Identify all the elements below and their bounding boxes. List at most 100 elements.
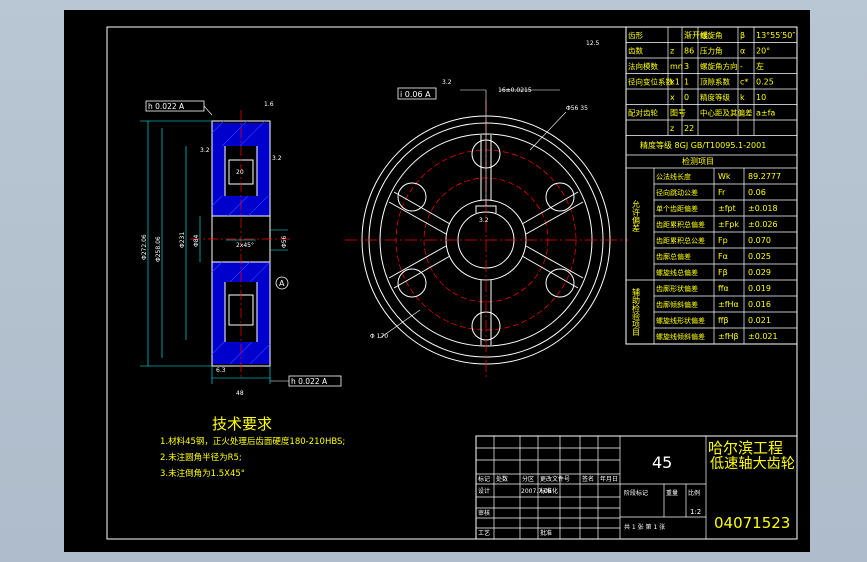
inspection-value: 0.06 — [748, 188, 766, 197]
inspection-name: 单个齿距偏差 — [656, 204, 698, 213]
param-cell: 图号 — [670, 109, 686, 118]
inspection-name: 螺旋线总偏差 — [656, 268, 698, 277]
param-cell: 1 — [684, 78, 689, 87]
param-cell: a±fa — [756, 109, 775, 118]
inspection-symbol: Fβ — [718, 268, 728, 277]
tb-scale-label: 比例 — [688, 489, 700, 497]
tb-approve: 批准 — [540, 529, 552, 537]
tb-material: 45 — [652, 453, 672, 472]
param-cell: 齿数 — [628, 46, 643, 56]
param-cell: k — [740, 93, 745, 102]
inspection-name: 齿距累积总偏差 — [656, 220, 705, 229]
inspection-symbol: ±Fpk — [718, 220, 739, 229]
roughness-left-3: 3.2 — [272, 155, 282, 162]
inspection-name: 齿廓总偏差 — [656, 252, 691, 261]
inspection-value: 89.2777 — [748, 172, 781, 181]
param-cell: 0 — [684, 93, 689, 102]
inspection-name: 齿廓倾斜偏差 — [656, 300, 698, 309]
param-cell: 配对齿轮 — [628, 108, 658, 118]
inspection-name: 径向跳动公差 — [656, 188, 698, 197]
param-cell: α — [740, 47, 745, 56]
param-cell: 22 — [684, 124, 694, 133]
inspection-name: 螺旋线倾斜偏差 — [656, 332, 705, 341]
roughness-left-2: 3.2 — [200, 147, 210, 154]
param-cell: 10 — [756, 93, 766, 102]
tb-label-3: 更改文件号 — [540, 475, 570, 483]
param-cell: β — [740, 31, 745, 40]
inspection-name: 螺旋线形状偏差 — [656, 316, 705, 325]
roughness-top: 12.5 — [586, 40, 600, 47]
inspection-value: 0.019 — [748, 284, 771, 293]
inspection-symbol: Fp — [718, 236, 728, 245]
key-tol: 16±0.0215 — [498, 87, 532, 94]
gdt-left-top: h 0.022 A — [148, 102, 185, 111]
param-cell: - — [740, 62, 743, 71]
dim-hub: Φ84 — [193, 234, 200, 247]
dim-width: 48 — [236, 390, 244, 397]
param-cell: 齿形 — [628, 31, 643, 40]
dim-bore: Φ56 — [281, 235, 288, 248]
param-cell: 左 — [756, 61, 764, 71]
inspection-symbol: ±fHβ — [718, 332, 739, 341]
inspection-symbol: ±fHα — [718, 300, 739, 309]
tb-design: 设计 — [478, 487, 490, 495]
inspection-name: 公法线长度 — [656, 172, 691, 181]
param-cell: 86 — [684, 47, 694, 56]
tb-stage: 阶段标记 — [624, 489, 648, 497]
param-cell: 20° — [756, 47, 770, 56]
param-cell: 精度等级 — [700, 92, 730, 102]
param-cell: z — [670, 124, 674, 133]
drawing-sheet: Φ272.06 Φ258.06 Φ231 Φ84 48 20 2x45° Φ56… — [64, 10, 810, 552]
tech-line-1: 1.材料45钢，正火处理后齿面硬度180-210HBS; — [160, 436, 345, 447]
allow-label: 允许偏差 — [632, 199, 641, 232]
bore-dia: Φ56 35 — [566, 105, 588, 112]
inspection-symbol: ±fpt — [718, 204, 736, 213]
inspection-value: ±0.018 — [748, 204, 778, 213]
tb-std: 标准化 — [540, 487, 558, 495]
param-cell: c* — [740, 78, 748, 87]
tb-drawing-no: 04071523 — [714, 514, 790, 532]
param-cell: 中心距及其偏差 — [700, 108, 753, 118]
inspection-value: 0.025 — [748, 252, 771, 261]
roughness-right: 3.2 — [442, 79, 452, 86]
dim-chamfer: 2x45° — [236, 242, 254, 249]
inspection-symbol: ffβ — [718, 316, 729, 325]
accuracy-std: 精度等级 8GJ GB/T10095.1-2001 — [640, 140, 766, 150]
inspection-value: 0.029 — [748, 268, 771, 277]
param-cell: 螺旋角 — [700, 30, 723, 40]
param-cell: 3 — [684, 62, 689, 71]
tb-label-5: 年月日 — [600, 475, 618, 483]
inspection-name: 齿廓形状偏差 — [656, 284, 698, 293]
tb-label-0: 标记 — [478, 475, 490, 483]
roughness-bore: 3.2 — [479, 217, 489, 224]
param-cell: 螺旋角方向 — [700, 61, 738, 71]
inspection-value: 0.021 — [748, 316, 771, 325]
tb-sheets: 共 1 张 第 1 张 — [624, 523, 665, 531]
inspection-value: ±0.026 — [748, 220, 778, 229]
param-cell: x — [670, 93, 675, 102]
tb-part-name: 低速轴大齿轮 — [710, 456, 795, 472]
tb-company: 哈尔滨工程 — [708, 439, 783, 457]
tb-label-2: 分区 — [522, 475, 534, 483]
roughness-left-1: 1.6 — [264, 101, 274, 108]
tb-label-4: 签名 — [582, 475, 594, 483]
inspection-symbol: Fr — [718, 188, 726, 197]
tb-review: 审核 — [478, 509, 490, 517]
param-cell: z — [670, 47, 674, 56]
param-cell: mn — [670, 62, 683, 71]
tech-line-2: 2.未注圆角半径为R5; — [160, 452, 242, 463]
datum-label: A — [279, 279, 285, 288]
tb-scale: 1:2 — [690, 508, 701, 516]
param-cell: 顶隙系数 — [700, 77, 730, 87]
inspection-name: 齿距累积总公差 — [656, 236, 705, 245]
gdt-left-bottom: h 0.022 A — [291, 377, 328, 386]
gdt-right: i 0.06 A — [400, 90, 431, 99]
tech-title: 技术要求 — [212, 415, 272, 433]
dim-mid: Φ231 — [179, 232, 186, 248]
rim-dia: Φ 170 — [370, 333, 388, 340]
inspection-value: ±0.021 — [748, 332, 778, 341]
inspection-symbol: ffα — [718, 284, 729, 293]
inspection-title: 检测项目 — [682, 156, 714, 166]
tb-weight: 重量 — [666, 489, 678, 497]
param-cell: x1 — [670, 78, 680, 87]
